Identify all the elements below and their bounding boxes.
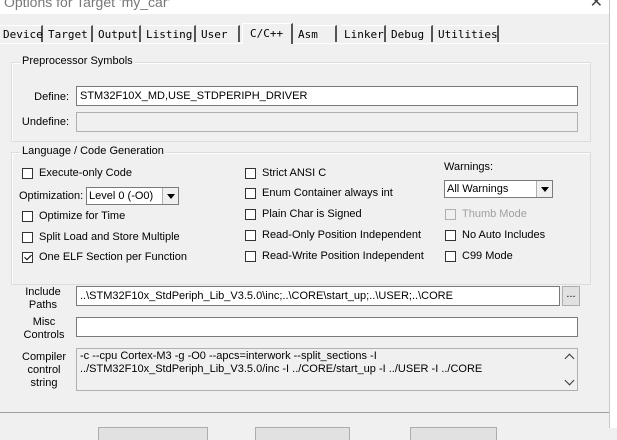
tab-target[interactable]: Target (45, 25, 93, 42)
define-label: Define: (34, 91, 69, 103)
compiler-line-1: -c --cpu Cortex-M3 -g -O0 --apcs=interwo… (80, 350, 377, 362)
tab-debug[interactable]: Debug (388, 25, 433, 42)
one-elf-checkbox[interactable]: One ELF Section per Function (22, 251, 187, 263)
optimization-label: Optimization: (19, 190, 84, 202)
no-auto-includes-checkbox[interactable]: No Auto Includes (445, 229, 545, 241)
c99-mode-label: C99 Mode (462, 250, 513, 262)
one-elf-box[interactable] (22, 251, 33, 263)
options-dialog: Device Target Output Listing User C/C++ … (0, 14, 609, 440)
include-paths-input[interactable]: ..\STM32F10x_StdPeriph_Lib_V3.5.0\inc;..… (76, 286, 560, 306)
chevron-down-icon[interactable] (536, 181, 552, 197)
optimize-time-box[interactable] (22, 210, 33, 222)
title-bar: Options for Target 'my_car' ✕ (0, 0, 617, 14)
compiler-line-2: ../STM32F10x_StdPeriph_Lib_V3.5.0/inc -I… (80, 363, 483, 375)
warnings-label: Warnings: (444, 161, 494, 173)
chevron-down-icon[interactable] (162, 188, 178, 204)
misc-controls-label: Misc Controls (22, 316, 66, 342)
tab-output[interactable]: Output (95, 25, 141, 42)
thumb-mode-label: Thumb Mode (462, 208, 527, 220)
plain-char-checkbox[interactable]: Plain Char is Signed (245, 208, 362, 220)
rw-pos-checkbox[interactable]: Read-Write Position Independent (245, 250, 424, 262)
compiler-label-line1: Compiler (22, 351, 67, 363)
execute-only-label: Execute-only Code (39, 167, 132, 179)
rw-pos-box[interactable] (245, 250, 256, 262)
tab-user[interactable]: User (198, 25, 240, 42)
strict-ansi-label: Strict ANSI C (262, 167, 327, 179)
chevron-up-icon[interactable] (564, 353, 575, 364)
background-window (609, 0, 617, 428)
split-load-label: Split Load and Store Multiple (39, 231, 180, 243)
undefine-label: Undefine: (21, 116, 69, 128)
plain-char-label: Plain Char is Signed (262, 208, 362, 220)
optimize-time-label: Optimize for Time (39, 210, 126, 222)
window-title: Options for Target 'my_car' (4, 0, 171, 10)
bottom-divider (0, 412, 609, 413)
misc-label-line2: Controls (23, 329, 65, 341)
split-load-box[interactable] (22, 231, 33, 243)
warnings-value: All Warnings (447, 183, 509, 195)
close-icon[interactable]: ✕ (590, 0, 603, 12)
no-auto-includes-box[interactable] (445, 229, 456, 241)
thumb-mode-box[interactable] (445, 208, 456, 220)
rw-pos-label: Read-Write Position Independent (262, 250, 424, 262)
ro-pos-box[interactable] (245, 229, 256, 241)
split-load-checkbox[interactable]: Split Load and Store Multiple (22, 231, 180, 243)
enum-container-box[interactable] (245, 187, 256, 199)
misc-controls-input[interactable] (76, 317, 578, 337)
thumb-mode-checkbox[interactable]: Thumb Mode (445, 208, 527, 220)
ro-pos-label: Read-Only Position Independent (262, 229, 421, 241)
defaults-button-edge[interactable] (410, 427, 497, 440)
ok-button-edge[interactable] (98, 427, 208, 440)
strict-ansi-box[interactable] (245, 167, 256, 179)
tab-device[interactable]: Device (0, 25, 43, 42)
misc-label-line1: Misc (32, 316, 56, 328)
one-elf-label: One ELF Section per Function (39, 251, 187, 263)
include-paths-label: Include Paths (22, 286, 64, 312)
compiler-scrollbar[interactable] (561, 349, 577, 390)
preprocessor-legend: Preprocessor Symbols (20, 55, 135, 67)
tab-cpp[interactable]: C/C++ (242, 23, 293, 44)
c99-mode-checkbox[interactable]: C99 Mode (445, 250, 513, 262)
chevron-down-icon[interactable] (564, 375, 575, 386)
optimization-value: Level 0 (-O0) (89, 190, 154, 202)
tab-linker[interactable]: Linker (341, 25, 386, 42)
compiler-label-line2: control (27, 364, 61, 376)
compiler-control-label: Compiler control string (22, 351, 66, 390)
execute-only-checkbox[interactable]: Execute-only Code (22, 167, 132, 179)
define-input[interactable]: STM32F10X_MD,USE_STDPERIPH_DRIVER (76, 86, 578, 106)
plain-char-box[interactable] (245, 208, 256, 220)
warnings-select[interactable]: All Warnings (444, 180, 553, 198)
execute-only-box[interactable] (22, 167, 33, 179)
include-label-line1: Include (25, 286, 61, 298)
ro-pos-checkbox[interactable]: Read-Only Position Independent (245, 229, 421, 241)
undefine-input[interactable] (76, 112, 578, 132)
c99-mode-box[interactable] (445, 250, 456, 262)
compiler-label-line3: string (30, 377, 58, 389)
cancel-button-edge[interactable] (255, 427, 350, 440)
language-legend: Language / Code Generation (20, 145, 166, 157)
tab-asm[interactable]: Asm (295, 25, 337, 42)
tab-utilities[interactable]: Utilities (435, 25, 499, 42)
no-auto-includes-label: No Auto Includes (462, 229, 546, 241)
optimization-select[interactable]: Level 0 (-O0) (86, 187, 179, 205)
optimize-time-checkbox[interactable]: Optimize for Time (22, 210, 125, 222)
include-browse-button[interactable]: ... (562, 286, 580, 306)
tab-divider (0, 43, 609, 44)
tab-listing[interactable]: Listing (143, 25, 196, 42)
compiler-control-textarea[interactable]: -c --cpu Cortex-M3 -g -O0 --apcs=interwo… (76, 348, 578, 391)
include-label-line2: Paths (28, 299, 58, 311)
tab-cpp-label: C/C++ (250, 27, 284, 40)
enum-container-checkbox[interactable]: Enum Container always int (245, 187, 393, 199)
strict-ansi-checkbox[interactable]: Strict ANSI C (245, 167, 326, 179)
enum-container-label: Enum Container always int (262, 187, 393, 199)
